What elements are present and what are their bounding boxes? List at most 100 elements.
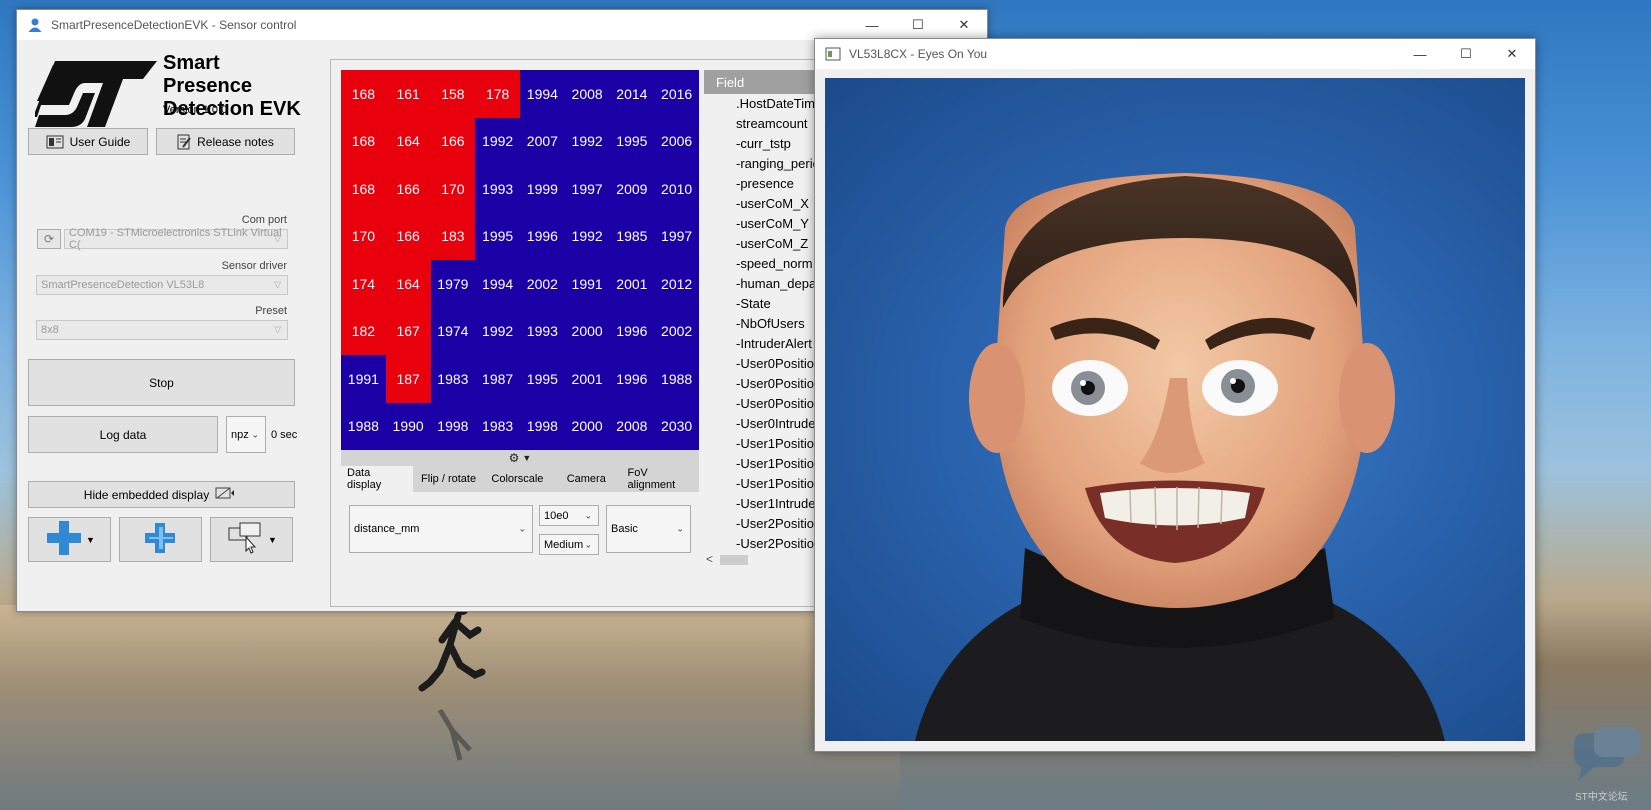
- grid-cell: 166: [430, 117, 476, 165]
- grid-cell: 1992: [475, 307, 520, 355]
- grid-cell: 1988: [341, 402, 386, 450]
- grid-cell: 164: [385, 260, 431, 308]
- maximize-button[interactable]: ☐: [1443, 39, 1489, 69]
- tab-flip-rotate[interactable]: Flip / rotate: [413, 466, 484, 492]
- title-bar[interactable]: VL53L8CX - Eyes On You — ☐ ✕: [815, 39, 1535, 69]
- grid-cell: 1988: [654, 355, 699, 403]
- grid-cell: 1991: [564, 260, 610, 308]
- log-format-select[interactable]: npz ⌄: [226, 416, 266, 453]
- display-settings-toggle[interactable]: ⚙ ▼: [341, 450, 699, 466]
- chevron-down-icon: ⌄: [584, 539, 592, 549]
- grid-cell: 2009: [609, 165, 655, 213]
- hide-embedded-display-button[interactable]: Hide embedded display: [28, 481, 295, 508]
- st-logo: [35, 61, 157, 127]
- version-label: Version 1.0.0: [163, 104, 228, 116]
- sensor-driver-label: Sensor driver: [221, 260, 287, 272]
- window-title: VL53L8CX - Eyes On You: [849, 47, 988, 61]
- grid-cell: 1991: [341, 355, 386, 403]
- grid-cell: 166: [385, 212, 431, 260]
- scroll-left-icon[interactable]: <: [706, 552, 713, 566]
- quality-select[interactable]: Medium ⌄: [539, 534, 599, 555]
- window-select-button[interactable]: ▼: [210, 517, 293, 562]
- chevron-down-icon: ⌄: [251, 429, 259, 439]
- gear-icon: ⚙: [508, 451, 520, 465]
- mode-select[interactable]: Basic ⌄: [606, 505, 691, 553]
- grid-cell: 2002: [654, 307, 699, 355]
- grid-cell: 2000: [564, 307, 610, 355]
- grid-cell: 1995: [520, 355, 565, 403]
- grid-cell: 164: [385, 117, 431, 165]
- display-tabs: Data display Flip / rotate Colorscale Ca…: [341, 466, 699, 492]
- add-dropdown-button[interactable]: ▼: [28, 517, 111, 562]
- plus-icon: [44, 519, 84, 560]
- grid-cell: 2014: [609, 70, 655, 118]
- windows-pointer-icon: [226, 520, 266, 559]
- scroll-thumb[interactable]: [720, 555, 748, 565]
- sensor-driver-value: SmartPresenceDetection VL53L8: [41, 279, 205, 291]
- minimize-button[interactable]: —: [849, 10, 895, 40]
- stop-button[interactable]: Stop: [28, 359, 295, 406]
- grid-cell: 1997: [654, 212, 699, 260]
- grid-cell: 161: [385, 70, 431, 118]
- add-multiple-button[interactable]: [119, 517, 202, 562]
- grid-cell: 1974: [430, 307, 476, 355]
- eyes-on-you-window: VL53L8CX - Eyes On You — ☐ ✕: [814, 38, 1536, 752]
- caret-down-icon: ▼: [86, 534, 95, 545]
- preset-value: 8x8: [41, 324, 59, 336]
- app-person-icon: [28, 18, 42, 32]
- refresh-button[interactable]: ⟳: [37, 229, 61, 249]
- grid-cell: 1987: [475, 355, 520, 403]
- grid-cell: 167: [385, 307, 431, 355]
- face-display: [825, 78, 1525, 741]
- scale-value: 10e0: [544, 509, 569, 522]
- scale-select[interactable]: 10e0 ⌄: [539, 505, 599, 526]
- hide-display-label: Hide embedded display: [83, 487, 210, 502]
- app-window-icon: [825, 47, 841, 61]
- chat-bubble-watermark-icon: [1574, 727, 1640, 781]
- release-notes-button[interactable]: Release notes: [156, 128, 295, 155]
- double-plus-icon: [141, 519, 181, 560]
- grid-cell: 1997: [564, 165, 610, 213]
- preset-label: Preset: [255, 305, 287, 317]
- grid-cell: 1992: [564, 117, 610, 165]
- log-data-button[interactable]: Log data: [28, 416, 218, 453]
- chevron-down-icon: ⌄: [676, 523, 684, 534]
- display-field-select[interactable]: distance_mm ⌄: [349, 505, 533, 553]
- tab-fov-alignment[interactable]: FoV alignment: [622, 466, 699, 492]
- grid-cell: 187: [385, 355, 431, 403]
- tab-camera[interactable]: Camera: [551, 466, 622, 492]
- grid-cell: 168: [341, 165, 386, 213]
- title-bar[interactable]: SmartPresenceDetectionEVK - Sensor contr…: [17, 10, 987, 40]
- chevron-down-icon: ▽: [274, 233, 281, 244]
- grid-cell: 170: [430, 165, 476, 213]
- close-button[interactable]: ✕: [941, 10, 987, 40]
- grid-cell: 2008: [609, 402, 655, 450]
- minimize-button[interactable]: —: [1397, 39, 1443, 69]
- grid-cell: 2010: [654, 165, 699, 213]
- grid-cell: 2000: [564, 402, 610, 450]
- grid-cell: 1999: [520, 165, 565, 213]
- grid-cell: 2001: [564, 355, 610, 403]
- notes-icon: [177, 134, 191, 150]
- com-port-value: COM19 - STMicroelectronics STLink Virtua…: [69, 227, 282, 251]
- grid-cell: 1996: [609, 307, 655, 355]
- close-button[interactable]: ✕: [1489, 39, 1535, 69]
- grid-cell: 2008: [564, 70, 610, 118]
- grid-cell: 1993: [520, 307, 565, 355]
- grid-cell: 1998: [430, 402, 476, 450]
- com-port-select[interactable]: COM19 - STMicroelectronics STLink Virtua…: [64, 227, 288, 251]
- log-time: 0 sec: [271, 429, 298, 441]
- maximize-button[interactable]: ☐: [895, 10, 941, 40]
- mode-value: Basic: [611, 523, 638, 535]
- com-port-label: Com port: [241, 214, 287, 226]
- grid-cell: 1985: [609, 212, 655, 260]
- tab-colorscale[interactable]: Colorscale: [484, 466, 551, 492]
- chevron-down-icon: ▽: [274, 279, 281, 290]
- watermark-text: ST中文论坛: [1575, 792, 1628, 803]
- tab-data-display[interactable]: Data display: [341, 466, 414, 492]
- user-guide-button[interactable]: User Guide: [28, 128, 148, 155]
- sensor-driver-select[interactable]: SmartPresenceDetection VL53L8 ▽: [36, 275, 288, 295]
- runner-silhouette: [418, 601, 486, 761]
- grid-cell: 2006: [654, 117, 699, 165]
- preset-select[interactable]: 8x8 ▽: [36, 320, 288, 340]
